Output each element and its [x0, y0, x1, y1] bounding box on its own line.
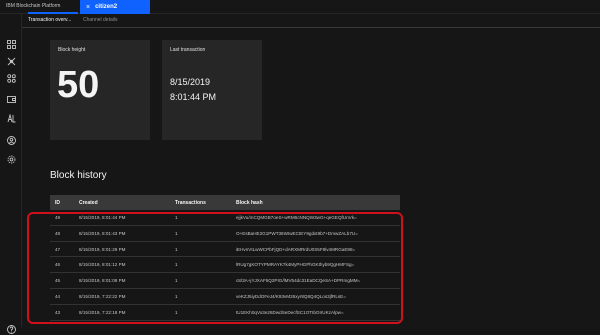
smart-contracts-icon[interactable] — [5, 72, 17, 84]
channel-tab-label: citizen2 — [95, 4, 118, 10]
column-header-transactions[interactable]: Transactions — [175, 200, 206, 206]
close-icon[interactable]: × — [86, 4, 90, 11]
tab-channel-details[interactable]: Channel details — [83, 17, 117, 23]
block-height-label: Block height — [58, 47, 86, 53]
column-header-created[interactable]: Created — [79, 200, 98, 206]
channel-tab[interactable]: × citizen2 — [80, 0, 150, 14]
divider — [22, 27, 600, 28]
column-header-id[interactable]: ID — [55, 200, 60, 206]
top-bar: IBM Blockchain Platform × citizen2 — [0, 0, 600, 14]
subtab-bar: Transaction overv... Channel details — [22, 14, 600, 28]
tab-transaction-overview[interactable]: Transaction overv... — [28, 17, 71, 23]
users-icon[interactable] — [5, 112, 17, 124]
last-transaction-card: Last transaction 8/15/2019 8:01:44 PM — [162, 40, 262, 140]
wallet-icon[interactable] — [5, 93, 17, 105]
settings-icon[interactable] — [5, 153, 17, 165]
last-transaction-date: 8/15/2019 — [170, 77, 211, 87]
last-transaction-label: Last transaction — [170, 47, 206, 53]
highlight-annotation — [27, 212, 403, 324]
brand-name: IBM Blockchain Platform — [6, 3, 61, 9]
nodes-icon[interactable] — [5, 38, 17, 50]
sidebar — [0, 14, 22, 334]
column-header-block-hash[interactable]: Block hash — [236, 200, 263, 206]
channels-icon[interactable] — [5, 55, 17, 67]
organizations-icon[interactable] — [5, 134, 17, 146]
active-tab-indicator — [28, 12, 78, 14]
block-height-value: 50 — [57, 64, 100, 106]
table-header: ID Created Transactions Block hash — [50, 195, 400, 210]
last-transaction-time: 8:01:44 PM — [170, 92, 217, 102]
block-history-title: Block history — [50, 170, 107, 181]
help-icon[interactable] — [5, 323, 17, 335]
block-height-card: Block height 50 — [50, 40, 150, 140]
